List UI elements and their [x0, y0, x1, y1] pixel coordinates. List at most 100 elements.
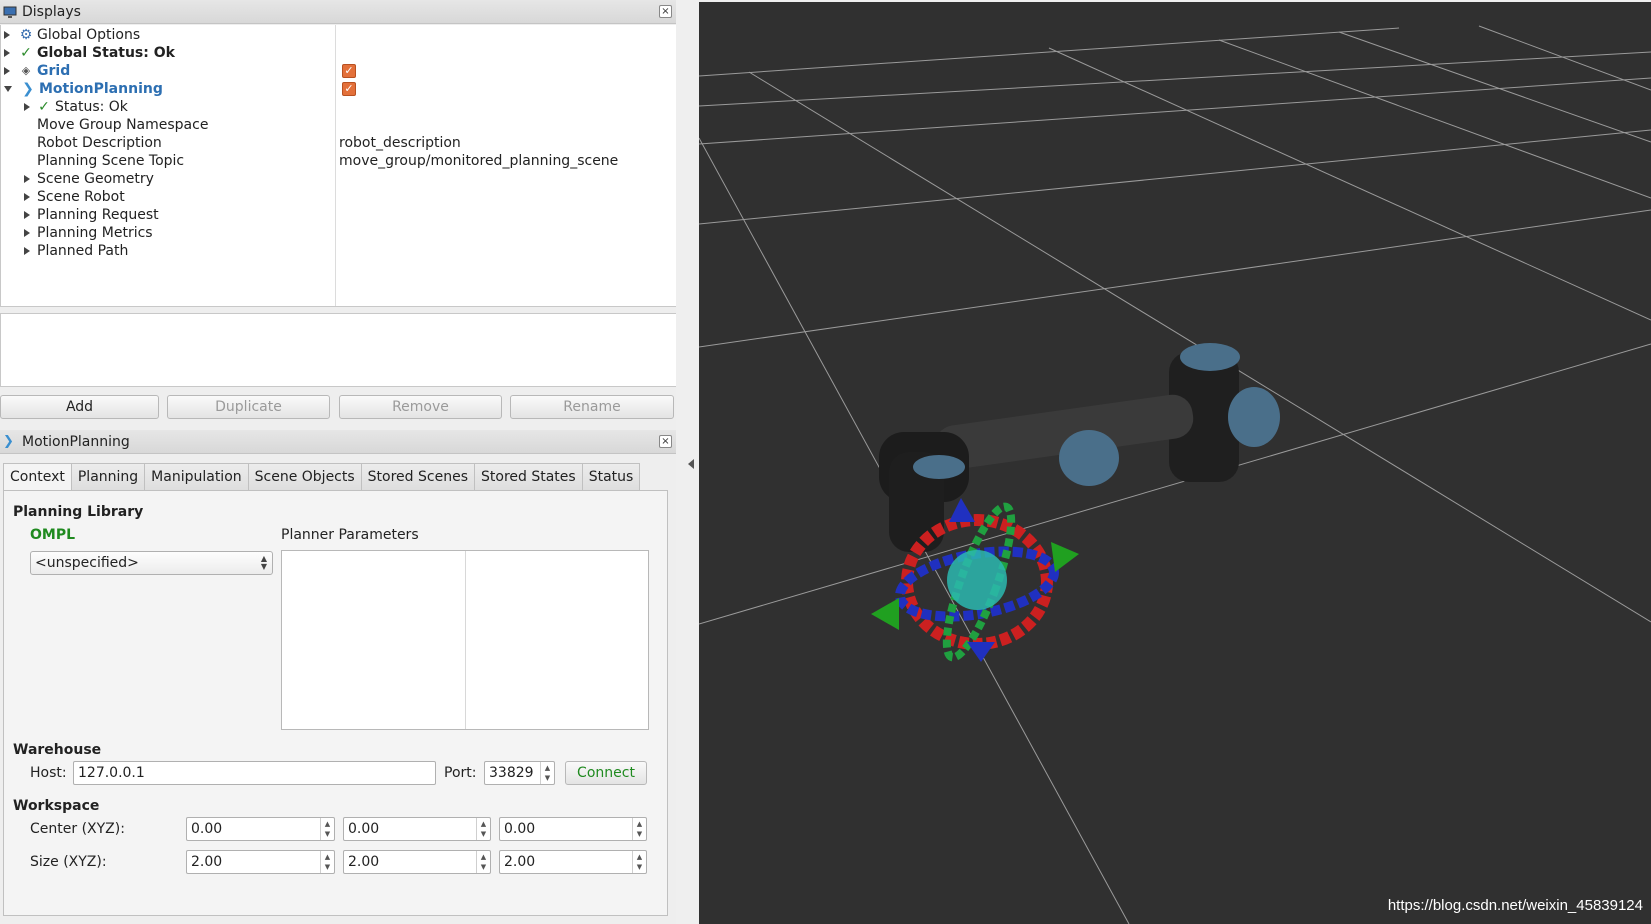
tree-row-value[interactable]: move_group/monitored_planning_scene — [339, 153, 618, 169]
updown-arrows-icon: ▲ ▼ — [260, 554, 267, 571]
spin-arrows-icon[interactable]: ▲ ▼ — [540, 762, 554, 784]
spin-arrows-icon[interactable]: ▲ ▼ — [320, 851, 334, 873]
spin-arrows-icon[interactable]: ▲ ▼ — [476, 818, 490, 840]
close-icon[interactable]: × — [659, 5, 672, 18]
planner-parameters-label: Planner Parameters — [281, 527, 419, 543]
tab-planning[interactable]: Planning — [70, 463, 146, 490]
center-x-value: 0.00 — [191, 821, 223, 837]
motionplanning-title-text: MotionPlanning — [22, 433, 130, 450]
left-dock: Displays × ⚙ Global Options ✓ Global Sta… — [0, 0, 678, 924]
tree-row-label: Robot Description — [37, 134, 162, 151]
tree-row-value[interactable]: robot_description — [339, 135, 461, 151]
expand-arrow-icon[interactable] — [4, 66, 10, 75]
center-z-spinbox[interactable]: 0.00 ▲ ▼ — [499, 817, 647, 841]
expand-arrow-icon[interactable] — [24, 192, 30, 201]
tree-row-status[interactable]: ✓ Status: Ok — [1, 97, 677, 116]
port-spinbox[interactable]: 33829 ▲ ▼ — [484, 761, 555, 785]
scene-render — [699, 25, 1651, 924]
tree-row-move-group-namespace[interactable]: Move Group Namespace — [1, 115, 677, 134]
expand-arrow-icon[interactable] — [4, 30, 10, 39]
close-icon[interactable]: × — [659, 435, 672, 448]
spin-arrows-icon[interactable]: ▲ ▼ — [632, 818, 646, 840]
checkmark-icon: ✓ — [38, 98, 50, 115]
center-y-spinbox[interactable]: 0.00 ▲ ▼ — [343, 817, 491, 841]
spin-arrows-icon[interactable]: ▲ ▼ — [632, 851, 646, 873]
planner-select[interactable]: <unspecified> ▲ ▼ — [30, 551, 273, 575]
size-x-spinbox[interactable]: 2.00 ▲ ▼ — [186, 850, 335, 874]
motionplanning-panel-title: ❯ MotionPlanning × — [0, 430, 678, 454]
tree-row-planned-path[interactable]: Planned Path — [1, 241, 677, 260]
center-y-value: 0.00 — [348, 821, 380, 837]
3d-viewport[interactable]: https://blog.csdn.net/weixin_45839124 — [699, 2, 1651, 924]
tab-stored-scenes[interactable]: Stored Scenes — [360, 463, 475, 490]
property-description-box — [0, 313, 678, 387]
robot-arm — [879, 343, 1280, 552]
tab-scene-objects[interactable]: Scene Objects — [247, 463, 362, 490]
tree-row-label: Global Options — [37, 26, 141, 43]
tree-row-planning-metrics[interactable]: Planning Metrics — [1, 223, 677, 242]
spin-arrows-icon[interactable]: ▲ ▼ — [320, 818, 334, 840]
tree-row-motionplanning[interactable]: ❯ MotionPlanning ✓ — [1, 79, 677, 98]
tree-row-label: Scene Robot — [37, 188, 125, 205]
displays-title-text: Displays — [22, 3, 81, 20]
workspace-heading: Workspace — [13, 798, 100, 814]
tree-row-label: Planning Scene Topic — [37, 152, 185, 169]
tree-row-planning-scene-topic[interactable]: Planning Scene Topic move_group/monitore… — [1, 151, 677, 170]
size-label: Size (XYZ): — [30, 854, 107, 870]
expand-arrow-icon[interactable] — [24, 210, 30, 219]
tree-row-grid[interactable]: ◈ Grid ✓ — [1, 61, 677, 80]
tab-manipulation[interactable]: Manipulation — [144, 463, 249, 490]
tree-row-global-status[interactable]: ✓ Global Status: Ok — [1, 43, 677, 62]
tree-row-label: Scene Geometry — [37, 170, 154, 187]
host-label: Host: — [30, 765, 67, 781]
tree-row-label: Planned Path — [37, 242, 129, 259]
expand-arrow-icon[interactable] — [24, 174, 30, 183]
gear-icon: ⚙ — [19, 26, 33, 43]
port-label: Port: — [444, 765, 477, 781]
tree-row-global-options[interactable]: ⚙ Global Options — [1, 25, 677, 44]
expand-arrow-icon[interactable] — [24, 228, 30, 237]
size-y-spinbox[interactable]: 2.00 ▲ ▼ — [343, 850, 491, 874]
motionplanning-enabled-checkbox[interactable]: ✓ — [342, 82, 356, 96]
motion-planning-icon: ❯ — [22, 80, 34, 97]
tree-row-robot-description[interactable]: Robot Description robot_description — [1, 133, 677, 152]
tree-row-label: Move Group Namespace — [37, 116, 209, 133]
monitor-icon — [3, 5, 17, 19]
center-x-spinbox[interactable]: 0.00 ▲ ▼ — [186, 817, 335, 841]
collapse-left-icon[interactable] — [688, 459, 694, 469]
planner-parameters-table[interactable] — [281, 550, 649, 730]
tree-row-scene-geometry[interactable]: Scene Geometry — [1, 169, 677, 188]
add-button[interactable]: Add — [0, 395, 159, 419]
center-z-value: 0.00 — [504, 821, 536, 837]
motionplanning-tabs: Context Planning Manipulation Scene Obje… — [3, 463, 641, 491]
tree-row-label: Status: Ok — [55, 98, 128, 115]
rename-button[interactable]: Rename — [510, 395, 674, 419]
tab-context[interactable]: Context — [3, 463, 72, 491]
size-x-value: 2.00 — [191, 854, 223, 870]
tree-row-label: Planning Request — [37, 206, 159, 223]
center-label: Center (XYZ): — [30, 821, 125, 837]
tree-row-scene-robot[interactable]: Scene Robot — [1, 187, 677, 206]
tab-status[interactable]: Status — [581, 463, 641, 490]
grid-enabled-checkbox[interactable]: ✓ — [342, 64, 356, 78]
remove-button[interactable]: Remove — [339, 395, 502, 419]
displays-tree[interactable]: ⚙ Global Options ✓ Global Status: Ok ◈ G… — [0, 25, 678, 307]
duplicate-button[interactable]: Duplicate — [167, 395, 330, 419]
tab-stored-states[interactable]: Stored States — [474, 463, 583, 490]
host-input[interactable]: 127.0.0.1 — [73, 761, 436, 785]
tree-row-label: MotionPlanning — [39, 80, 163, 97]
tree-row-label: Grid — [37, 62, 71, 79]
expand-arrow-icon[interactable] — [24, 246, 30, 255]
connect-button[interactable]: Connect — [565, 761, 647, 785]
checkmark-icon: ✓ — [20, 44, 32, 61]
size-z-spinbox[interactable]: 2.00 ▲ ▼ — [499, 850, 647, 874]
expand-arrow-icon[interactable] — [24, 102, 30, 111]
planner-select-value: <unspecified> — [35, 555, 139, 571]
expand-arrow-icon[interactable] — [4, 48, 10, 57]
planning-library-name: OMPL — [30, 527, 76, 543]
tree-row-planning-request[interactable]: Planning Request — [1, 205, 677, 224]
collapse-arrow-icon[interactable] — [4, 85, 12, 92]
spin-arrows-icon[interactable]: ▲ ▼ — [476, 851, 490, 873]
tree-row-label: Planning Metrics — [37, 224, 153, 241]
column-divider — [465, 551, 466, 729]
